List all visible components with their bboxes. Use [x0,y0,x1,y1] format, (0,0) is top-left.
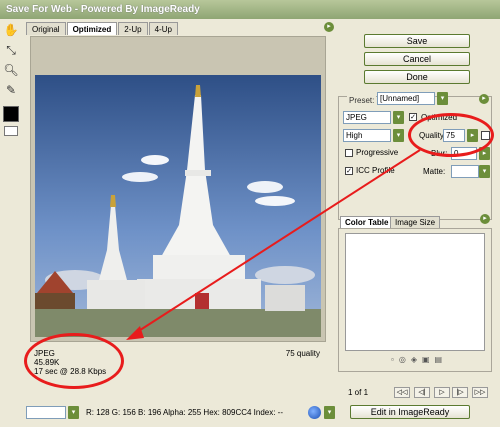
slice-select-icon[interactable]: ⤡ [3,42,19,58]
cancel-button[interactable]: Cancel [364,52,470,66]
hand-icon[interactable]: ✋ [3,22,19,38]
first-frame-icon[interactable]: ◁◁ [394,387,410,398]
preview-image [35,75,321,337]
chevron-down-icon[interactable]: ▾ [68,406,79,419]
next-frame-icon[interactable]: |▷ [452,387,468,398]
chevron-down-icon[interactable]: ▾ [479,165,490,178]
color-swatch[interactable] [3,106,19,122]
preview-toggle-icon[interactable] [4,126,18,136]
tab-image-size[interactable]: Image Size [390,216,441,228]
last-frame-icon[interactable]: ▷▷ [472,387,488,398]
settings-panel: Save Cancel Done Preset: [Unnamed] ▾ ▸ J… [336,30,496,408]
chevron-down-icon[interactable]: ▾ [324,406,335,419]
annotation-circle-info [24,333,124,389]
icc-profile-label: ICC Profile [356,166,395,175]
chevron-down-icon[interactable]: ▾ [437,92,448,105]
matte-label: Matte: [423,167,446,176]
tab-optimized[interactable]: Optimized [66,22,118,35]
color-readout: R: 128 G: 156 B: 196 Alpha: 255 Hex: 809… [86,408,284,417]
play-icon[interactable]: ▷ [434,387,450,398]
done-button[interactable]: Done [364,70,470,84]
browser-preview-icon[interactable] [308,406,321,419]
chevron-down-icon[interactable]: ▾ [393,111,404,124]
window-title: Save For Web - Powered By ImageReady [0,0,500,19]
panel-menu-icon[interactable]: ▸ [480,214,490,224]
tab-4up[interactable]: 4-Up [148,22,178,35]
preset-select[interactable]: [Unnamed] [377,92,435,105]
tab-2up[interactable]: 2-Up [118,22,148,35]
quality-level-select[interactable]: High [343,129,391,142]
matte-select[interactable] [451,165,479,178]
chevron-down-icon[interactable]: ▾ [393,129,404,142]
arrow-right-icon[interactable]: ▸ [324,22,334,32]
info-quality: 75 quality [285,349,320,358]
tab-color-table[interactable]: Color Table [340,216,394,228]
icc-profile-checkbox[interactable]: ✓ [345,167,353,175]
tab-original[interactable]: Original [26,22,66,35]
edit-in-imageready-button[interactable]: Edit in ImageReady [350,405,470,419]
preview-canvas[interactable] [30,36,326,342]
prev-frame-icon[interactable]: ◁| [414,387,430,398]
progressive-label: Progressive [356,148,399,157]
progressive-checkbox[interactable] [345,149,353,157]
annotation-circle-quality [408,113,494,157]
status-bar: ▾ R: 128 G: 156 B: 196 Alpha: 255 Hex: 8… [0,403,500,427]
save-button[interactable]: Save [364,34,470,48]
panel-menu-icon[interactable]: ▸ [479,94,489,104]
zoom-icon[interactable]: 🔍︎ [3,62,19,78]
eyedropper-icon[interactable]: ✎ [3,82,19,98]
view-tabs: Original Optimized 2-Up 4-Up [26,22,179,36]
pager-text: 1 of 1 [348,388,369,397]
format-select[interactable]: JPEG [343,111,391,124]
color-table-grid[interactable] [345,233,485,351]
zoom-select[interactable] [26,406,66,419]
color-table-panel: ▫◎◈▣▤ [338,228,492,372]
preset-label: Preset: [347,96,377,105]
toolbox: ✋ ⤡ 🔍︎ ✎ [0,19,22,409]
color-table-tools[interactable]: ▫◎◈▣▤ [391,355,447,364]
optimized-checkbox[interactable]: ✓ [409,113,417,121]
